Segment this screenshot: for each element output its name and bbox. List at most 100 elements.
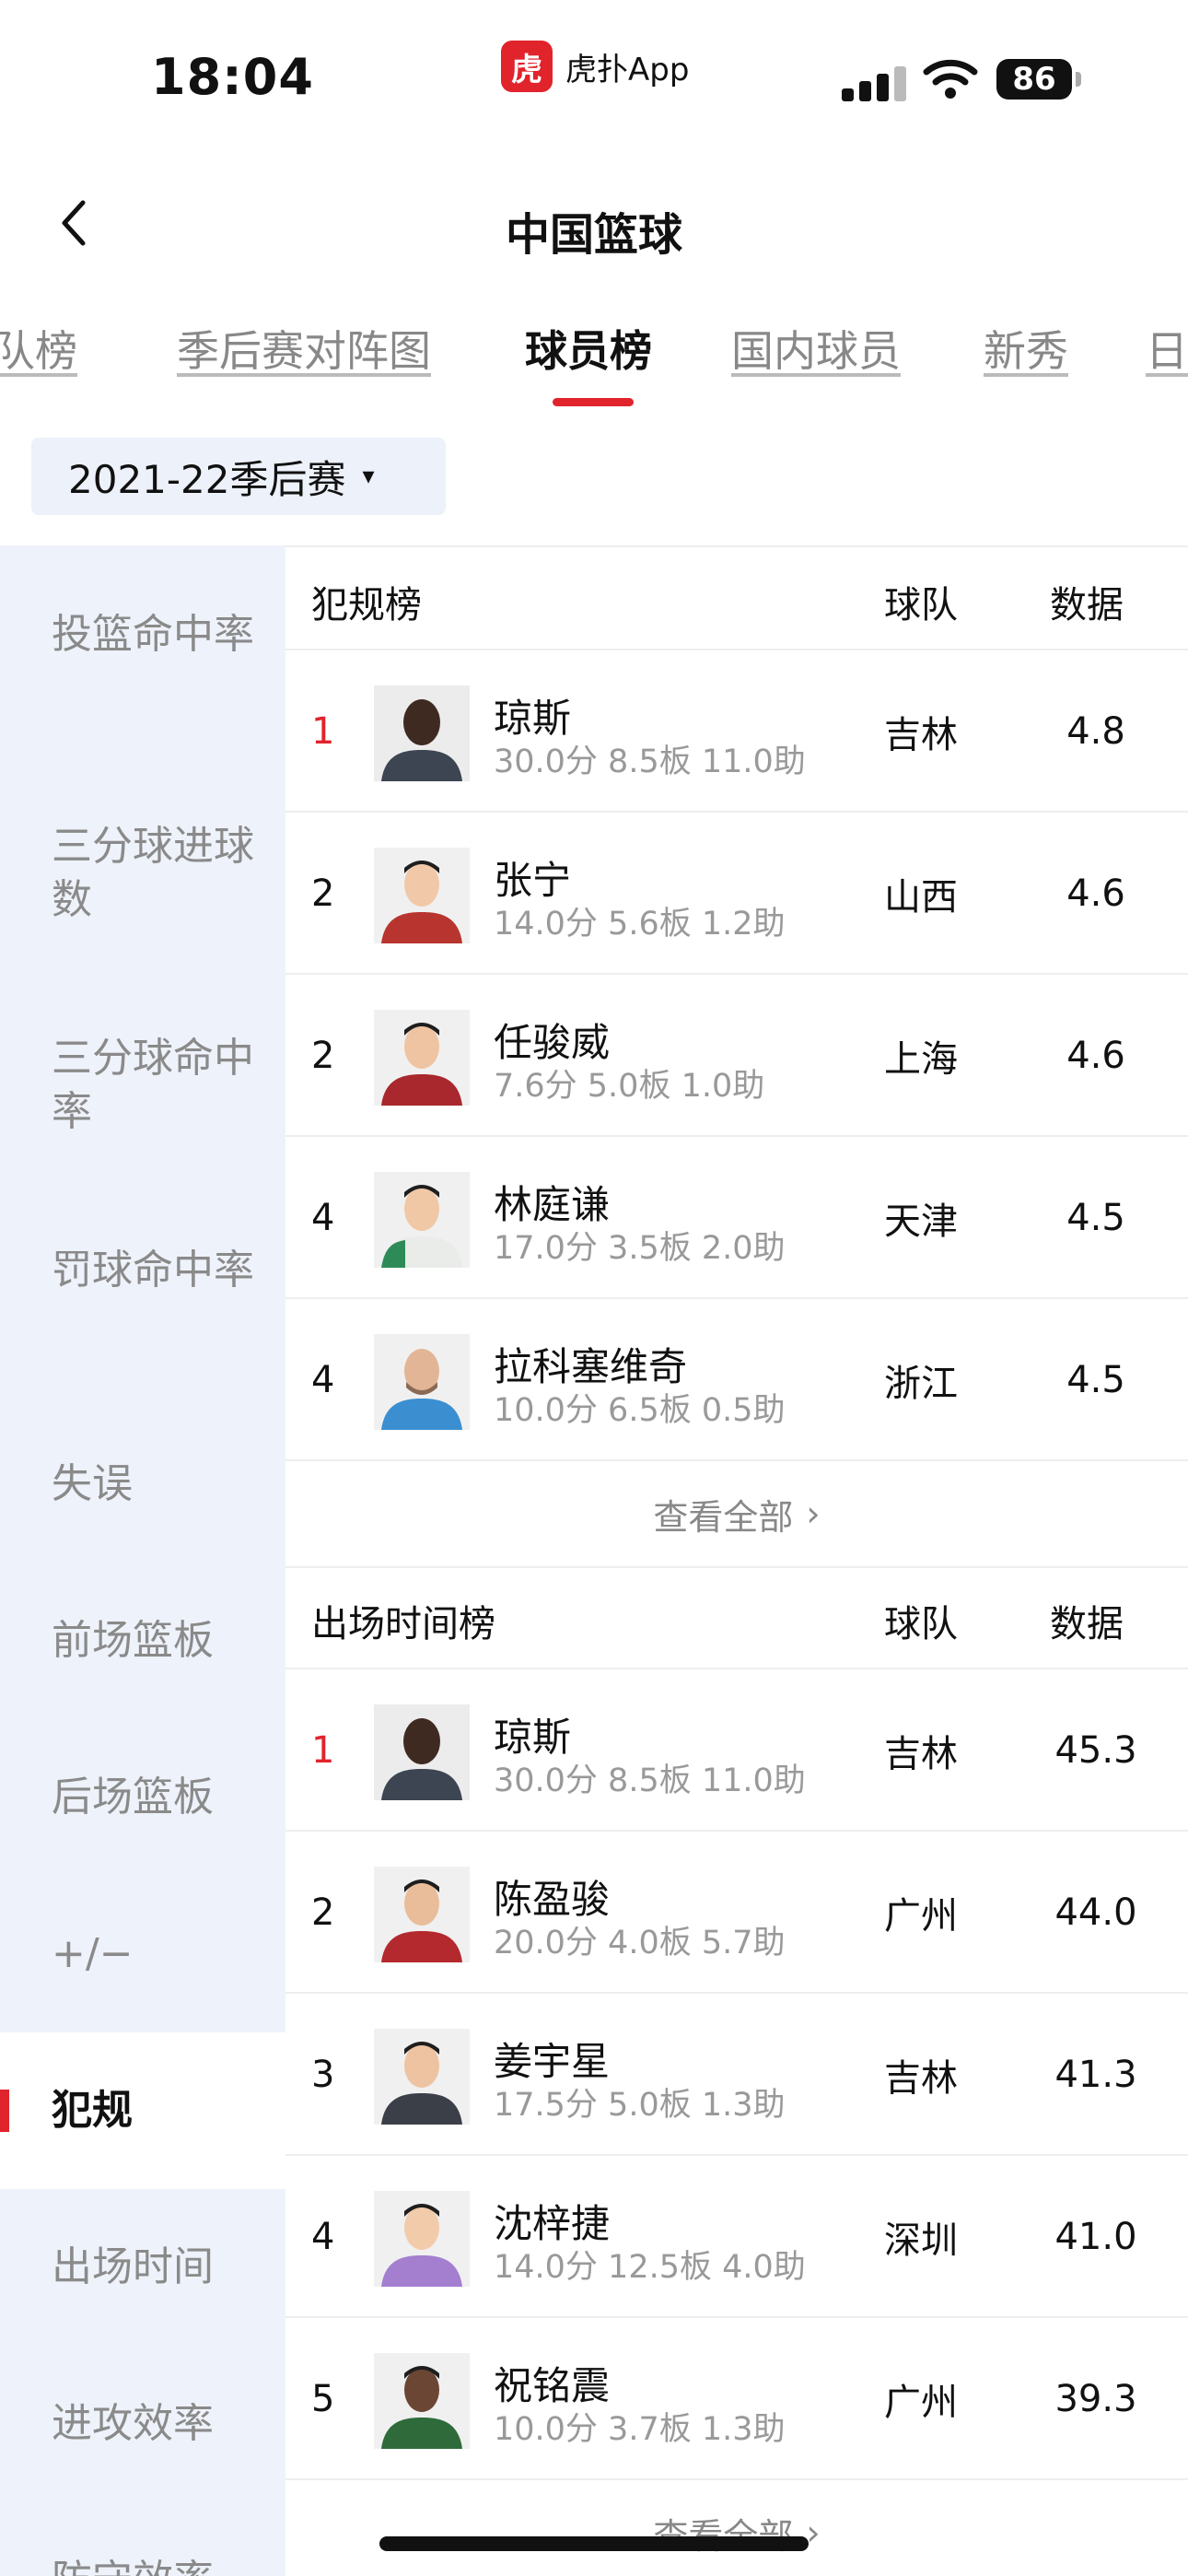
player-stats: 30.0分 8.5板 11.0助 [494, 1762, 806, 1799]
table-row[interactable]: 2 陈盈骏 20.0分 4.0板 5.7助 广州 44.0 [285, 1832, 1188, 1994]
view-all-label: 查看全部 [653, 1496, 794, 1538]
table-row[interactable]: 2 张宁 14.0分 5.6板 1.2助 山西 4.6 [285, 813, 1188, 975]
player-avatar [374, 2353, 470, 2449]
player-avatar [374, 2029, 470, 2125]
player-avatar [374, 1334, 470, 1430]
active-item-marker [0, 2090, 9, 2132]
rank: 2 [311, 1035, 335, 1077]
sidebar-item-3p-pct[interactable]: 三分球命中率 [0, 1032, 285, 1139]
rank: 5 [311, 2378, 335, 2420]
sidebar-item-off-rating[interactable]: 进攻效率 [0, 2397, 285, 2451]
sidebar-item-minutes[interactable]: 出场时间 [0, 2241, 285, 2294]
status-bar: 18:04 虎 虎扑App 86 [0, 0, 1188, 138]
battery-icon: 86 [996, 59, 1072, 100]
fouls-leaderboard: 犯规榜 球队 数据 1 琼斯 30.0分 8.5板 11.0助 吉林 4.8 2… [285, 547, 1188, 1568]
player-avatar [374, 1867, 470, 1962]
tab-playoff-bracket[interactable]: 季后赛对阵图 [177, 318, 431, 379]
table-row[interactable]: 4 林庭谦 17.0分 3.5板 2.0助 天津 4.5 [285, 1137, 1188, 1299]
table-row[interactable]: 5 祝铭震 10.0分 3.7板 1.3助 广州 39.3 [285, 2318, 1188, 2480]
sidebar-item-turnovers[interactable]: 失误 [0, 1458, 285, 1511]
stat-value: 45.3 [1054, 1729, 1137, 1772]
player-stats: 17.5分 5.0板 1.3助 [494, 2087, 786, 2124]
stat-value: 4.5 [1066, 1197, 1125, 1239]
data-column-header: 数据 [1050, 1603, 1124, 1645]
board-title: 出场时间榜 [311, 1603, 495, 1645]
sidebar-item-fg-pct[interactable]: 投篮命中率 [0, 608, 285, 662]
rank: 4 [311, 1197, 335, 1239]
board-header: 犯规榜 球队 数据 [285, 547, 1188, 650]
tab-team-ranking[interactable]: 球队榜 [0, 318, 77, 379]
rank: 1 [311, 1729, 335, 1772]
table-row[interactable]: 3 姜宇星 17.5分 5.0板 1.3助 吉林 41.3 [285, 1994, 1188, 2156]
rank: 2 [311, 1891, 335, 1934]
rank: 3 [311, 2054, 335, 2096]
status-time: 18:04 [151, 48, 314, 106]
table-row[interactable]: 1 琼斯 30.0分 8.5板 11.0助 吉林 4.8 [285, 650, 1188, 813]
stat-value: 41.0 [1054, 2216, 1137, 2258]
player-team: 广州 [884, 1895, 958, 1938]
player-avatar [374, 848, 470, 943]
sidebar-item-def-rating[interactable]: 防守效率 [0, 2554, 285, 2576]
sidebar-item-def-reb[interactable]: 后场篮板 [0, 1771, 285, 1824]
chevron-right-icon: › [806, 1493, 821, 1534]
table-row[interactable]: 2 任骏威 7.6分 5.0板 1.0助 上海 4.6 [285, 975, 1188, 1137]
app-logo-icon: 虎 [501, 41, 553, 92]
sidebar-item-3pm[interactable]: 三分球进球数 [0, 820, 285, 927]
table-row[interactable]: 4 沈梓捷 14.0分 12.5板 4.0助 深圳 41.0 [285, 2156, 1188, 2318]
board-title: 犯规榜 [311, 584, 422, 626]
stat-value: 39.3 [1054, 2378, 1137, 2420]
tab-schedule[interactable]: 日 [1146, 318, 1188, 379]
season-label: 2021-22季后赛 [68, 456, 346, 502]
player-stats: 10.0分 3.7板 1.3助 [494, 2411, 786, 2448]
player-stats: 10.0分 6.5板 0.5助 [494, 1392, 786, 1429]
season-selector[interactable]: 2021-22季后赛 ▾ [31, 438, 446, 515]
chevron-right-icon: › [806, 2512, 821, 2553]
player-stats: 14.0分 12.5板 4.0助 [494, 2249, 806, 2286]
stat-value: 44.0 [1054, 1891, 1137, 1934]
home-indicator[interactable] [379, 2536, 809, 2551]
table-row[interactable]: 4 拉科塞维奇 10.0分 6.5板 0.5助 浙江 4.5 [285, 1299, 1188, 1461]
rank: 4 [311, 2216, 335, 2258]
stat-value: 4.8 [1066, 710, 1125, 753]
player-team: 浙江 [884, 1363, 958, 1405]
sidebar-item-ft-pct[interactable]: 罚球命中率 [0, 1244, 285, 1297]
team-column-header: 球队 [884, 1603, 958, 1645]
rank: 4 [311, 1359, 335, 1401]
tab-player-ranking[interactable]: 球员榜 [525, 318, 652, 379]
active-tab-indicator [553, 398, 634, 406]
player-avatar [374, 2191, 470, 2287]
view-all-link[interactable]: 查看全部 › [285, 1461, 1188, 1568]
data-column-header: 数据 [1050, 584, 1124, 626]
player-stats: 7.6分 5.0板 1.0助 [494, 1068, 765, 1105]
player-team: 深圳 [884, 2219, 958, 2262]
cellular-signal-icon [842, 64, 906, 101]
table-row[interactable]: 1 琼斯 30.0分 8.5板 11.0助 吉林 45.3 [285, 1669, 1188, 1832]
stat-value: 4.6 [1066, 872, 1125, 915]
player-team: 上海 [884, 1038, 958, 1081]
stat-value: 41.3 [1054, 2054, 1137, 2096]
player-avatar [374, 1704, 470, 1800]
player-team: 山西 [884, 876, 958, 919]
player-avatar [374, 1172, 470, 1268]
app-name: 虎扑App [565, 51, 690, 88]
stat-value: 4.6 [1066, 1035, 1125, 1077]
sidebar-item-plus-minus[interactable]: +/− [0, 1927, 285, 1981]
tab-domestic-players[interactable]: 国内球员 [731, 318, 901, 379]
minutes-leaderboard: 出场时间榜 球队 数据 1 琼斯 30.0分 8.5板 11.0助 吉林 45.… [285, 1566, 1188, 2576]
player-stats: 30.0分 8.5板 11.0助 [494, 744, 806, 780]
view-all-link[interactable]: 查看全部 › [285, 2480, 1188, 2576]
sidebar-item-off-reb[interactable]: 前场篮板 [0, 1614, 285, 1668]
tab-bar: 球队榜 季后赛对阵图 球员榜 国内球员 新秀 日 [0, 318, 1188, 410]
player-team: 吉林 [884, 1733, 958, 1775]
tab-rookies[interactable]: 新秀 [984, 318, 1068, 379]
rank: 2 [311, 872, 335, 915]
board-header: 出场时间榜 球队 数据 [285, 1566, 1188, 1669]
player-stats: 17.0分 3.5板 2.0助 [494, 1230, 786, 1267]
player-team: 天津 [884, 1200, 958, 1243]
sidebar-item-fouls[interactable]: 犯规 [0, 2032, 285, 2189]
player-avatar [374, 685, 470, 781]
status-app-indicator[interactable]: 虎 虎扑App [501, 41, 689, 92]
page-title: 中国篮球 [505, 209, 682, 261]
wifi-icon [923, 59, 978, 99]
stat-category-sidebar: 投篮命中率 三分球进球数 三分球命中率 罚球命中率 失误 前场篮板 后场篮板 +… [0, 545, 285, 2576]
